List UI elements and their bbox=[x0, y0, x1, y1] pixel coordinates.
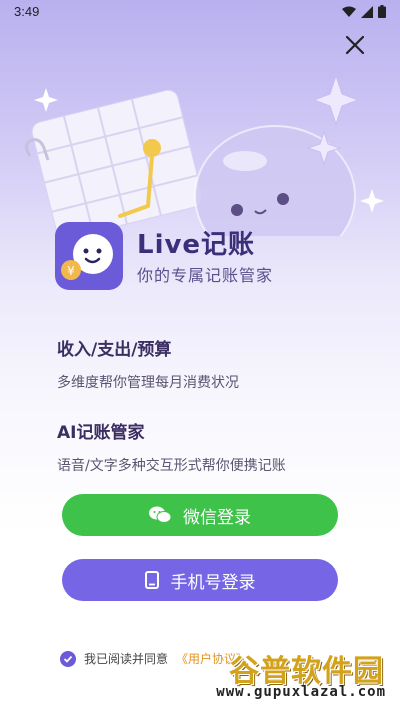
brand-block: ¥ Live记账 你的专属记账管家 bbox=[55, 222, 355, 292]
sparkle-icon bbox=[34, 88, 58, 112]
bubble-mascot bbox=[194, 125, 356, 236]
phone-login-button[interactable]: 手机号登录 bbox=[62, 559, 338, 601]
brand-tagline: 你的专属记账管家 bbox=[137, 266, 274, 285]
smiley-coin-icon: ¥ bbox=[61, 234, 113, 280]
calendar-illustration bbox=[31, 89, 203, 236]
watermark: 谷普软件园 www.gupuxlazal.com bbox=[204, 646, 394, 704]
feature-item: AI记账管家 语音/文字多种交互形式帮你便携记账 bbox=[57, 418, 286, 475]
svg-text:¥: ¥ bbox=[67, 264, 75, 278]
close-button[interactable] bbox=[344, 34, 366, 56]
sparkle-icon bbox=[360, 189, 384, 213]
sparkle-icon bbox=[312, 74, 360, 126]
wechat-icon bbox=[149, 506, 171, 523]
battery-icon bbox=[378, 5, 386, 18]
agreement-text: 我已阅读并同意 bbox=[84, 652, 169, 666]
status-bar: 3:49 bbox=[0, 0, 400, 24]
close-icon bbox=[345, 35, 365, 55]
wifi-icon bbox=[342, 6, 356, 17]
status-icons bbox=[342, 5, 386, 18]
feature-description: 语音/文字多种交互形式帮你便携记账 bbox=[57, 458, 286, 474]
phone-icon bbox=[144, 571, 159, 589]
status-time: 3:49 bbox=[14, 4, 40, 19]
watermark-url: www.gupuxlazal.com bbox=[216, 684, 386, 700]
feature-item: 收入/支出/预算 多维度帮你管理每月消费状况 bbox=[57, 335, 239, 392]
wechat-login-button[interactable]: 微信登录 bbox=[62, 494, 338, 536]
hero-illustration bbox=[25, 74, 384, 236]
feature-title: 收入/支出/预算 bbox=[57, 340, 172, 360]
feature-description: 多维度帮你管理每月消费状况 bbox=[57, 375, 239, 391]
agreement-checkbox[interactable] bbox=[60, 650, 76, 667]
wechat-login-label: 微信登录 bbox=[183, 507, 251, 528]
phone-login-label: 手机号登录 bbox=[170, 572, 256, 593]
signal-icon bbox=[361, 5, 373, 18]
feature-title: AI记账管家 bbox=[57, 423, 145, 443]
check-icon bbox=[63, 655, 73, 663]
app-logo: ¥ bbox=[55, 222, 123, 290]
brand-name: Live记账 bbox=[137, 230, 256, 260]
